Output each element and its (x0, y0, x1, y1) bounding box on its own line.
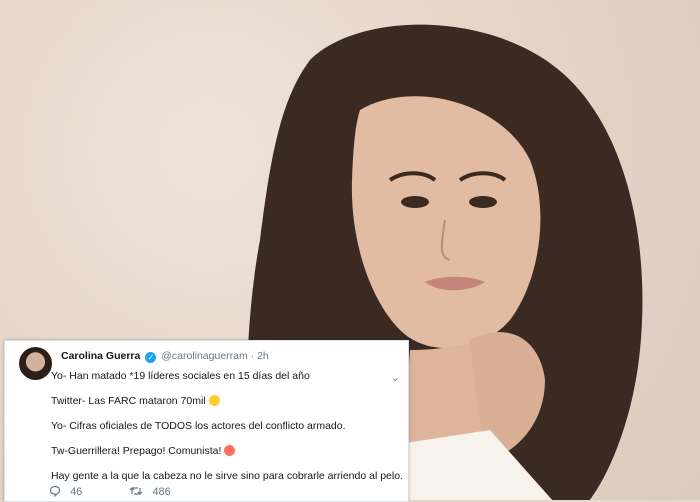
tweet-header: Carolina Guerra ✓ @carolinaguerram · 2h (61, 350, 269, 363)
reply-icon (49, 485, 61, 498)
tweet-text: Yo- Han matado *19 líderes sociales en 1… (51, 370, 403, 483)
emoji-icon (208, 395, 220, 406)
tweet-actions: 46 486 (49, 485, 215, 498)
retweet-icon (129, 487, 143, 495)
tweet-card: Carolina Guerra ✓ @carolinaguerram · 2h … (4, 340, 409, 502)
tweet-line: Yo- Han matado *19 líderes sociales en 1… (51, 370, 310, 382)
avatar[interactable] (19, 347, 52, 380)
reply-button[interactable]: 46 (49, 485, 82, 498)
author-handle[interactable]: @carolinaguerram (161, 350, 248, 362)
tweet-time[interactable]: · 2h (251, 350, 269, 362)
tweet-line: Yo- Cifras oficiales de TODOS los actore… (51, 420, 346, 432)
tweet-line: Twitter- Las FARC mataron 70mil (51, 395, 401, 408)
emoji-icon (224, 445, 236, 456)
retweet-button[interactable]: 486 (129, 485, 171, 498)
author-name[interactable]: Carolina Guerra (61, 350, 140, 362)
verified-badge-icon: ✓ (145, 352, 157, 363)
tweet-line: Hay gente a la que la cabeza no le sirve… (51, 470, 403, 482)
retweet-count: 486 (152, 486, 171, 498)
tweet-line: Tw-Guerrillera! Prepago! Comunista! (51, 445, 401, 458)
reply-count: 46 (70, 486, 83, 498)
